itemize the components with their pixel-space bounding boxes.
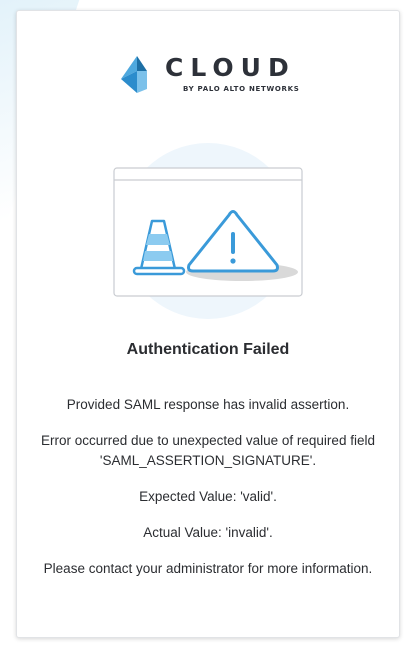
brand-logo: CLOUD BY PALO ALTO NETWORKS: [117, 53, 307, 103]
expected-value: Expected Value: 'valid'.: [139, 489, 277, 504]
cloud-logo-icon: [121, 56, 147, 93]
error-card: CLOUD BY PALO ALTO NETWORKS Authenticati…: [16, 10, 400, 638]
error-title: Authentication Failed: [126, 341, 290, 358]
actual-value: Actual Value: 'invalid'.: [143, 525, 273, 540]
error-message: Provided SAML response has invalid asser…: [66, 397, 350, 412]
brand-name: CLOUD: [165, 53, 296, 82]
brand-tagline: BY PALO ALTO NETWORKS: [183, 85, 300, 93]
contact-admin-message: Please contact your administrator for mo…: [43, 561, 373, 576]
error-detail: Error occurred due to unexpected value o…: [41, 433, 375, 468]
error-illustration: [113, 143, 303, 319]
page: CLOUD BY PALO ALTO NETWORKS Authenticati…: [0, 0, 412, 649]
